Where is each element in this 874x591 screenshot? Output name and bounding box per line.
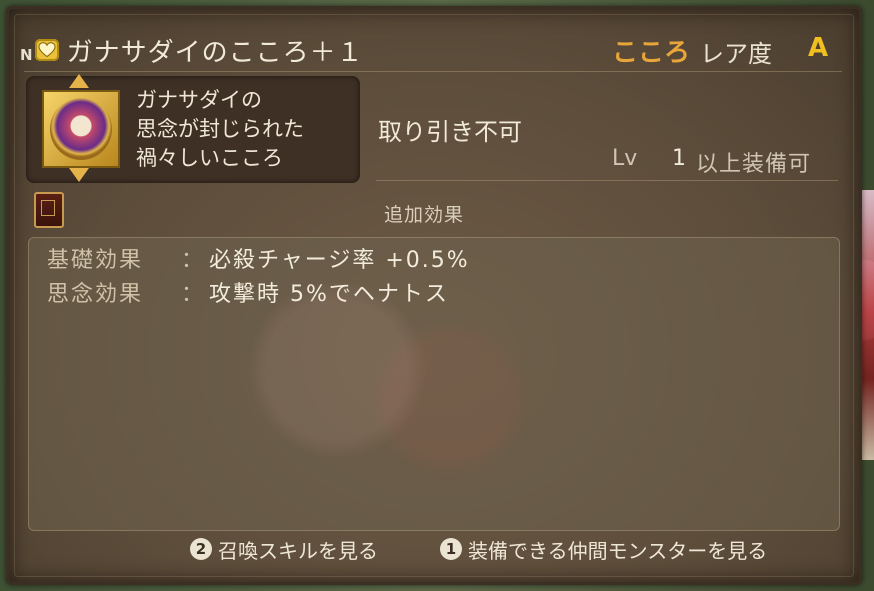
heart-icon: [34, 39, 59, 61]
effect-label: 思念効果: [47, 282, 144, 307]
item-category: こころ: [612, 38, 691, 68]
description-line: 禍々しいこころ: [136, 146, 283, 170]
button-2-icon: 2: [190, 538, 212, 560]
level-label: Lv: [612, 146, 638, 171]
level-requirement-text: 以上装備可: [696, 152, 812, 177]
button-1-icon: 1: [440, 538, 462, 560]
trade-status: 取り引き不可: [378, 118, 522, 146]
effects-header: 追加効果: [384, 204, 465, 226]
equippable-monsters-button[interactable]: 1 装備できる仲間モンスターを見る: [440, 535, 767, 563]
summon-skill-button[interactable]: 2 召喚スキルを見る: [190, 535, 378, 563]
effect-colon: ：: [181, 282, 204, 307]
item-icon-selector[interactable]: [40, 72, 120, 184]
effect-colon: ：: [181, 248, 204, 273]
item-description: ガナサダイの 思念が封じられた 禍々しいこころ: [136, 86, 356, 173]
arrow-up-icon[interactable]: [69, 74, 89, 88]
rarity-value: A: [808, 33, 829, 63]
effect-row: 思念効果 ： 攻撃時 5%でヘナトス: [47, 276, 449, 308]
effects-panel: 基礎効果 ： 必殺チャージ率 +0.5% 思念効果 ： 攻撃時 5%でヘナトス: [28, 237, 840, 531]
effect-value: 必殺チャージ率 +0.5%: [209, 248, 470, 273]
rank-badge: N: [20, 46, 33, 64]
arrow-down-icon[interactable]: [69, 168, 89, 182]
effect-label: 基礎効果: [47, 248, 144, 273]
effect-row: 基礎効果 ： 必殺チャージ率 +0.5%: [47, 242, 470, 274]
rarity-label: レア度: [700, 40, 772, 68]
summon-skill-label: 召喚スキルを見る: [218, 538, 378, 563]
item-icon-frame: [42, 90, 120, 168]
item-name: ガナサダイのこころ＋１: [66, 37, 364, 68]
skull-orb-icon: [50, 98, 112, 160]
header-divider: [24, 71, 842, 72]
equippable-monsters-label: 装備できる仲間モンスターを見る: [468, 538, 768, 563]
description-line: ガナサダイの: [136, 88, 262, 112]
description-line: 思念が封じられた: [136, 117, 304, 141]
item-header: N ガナサダイのこころ＋１: [20, 30, 364, 70]
effect-value: 攻撃時 5%でヘナトス: [209, 282, 449, 307]
level-value: 1: [672, 146, 686, 171]
level-divider: [376, 180, 838, 181]
book-icon[interactable]: [34, 192, 64, 228]
